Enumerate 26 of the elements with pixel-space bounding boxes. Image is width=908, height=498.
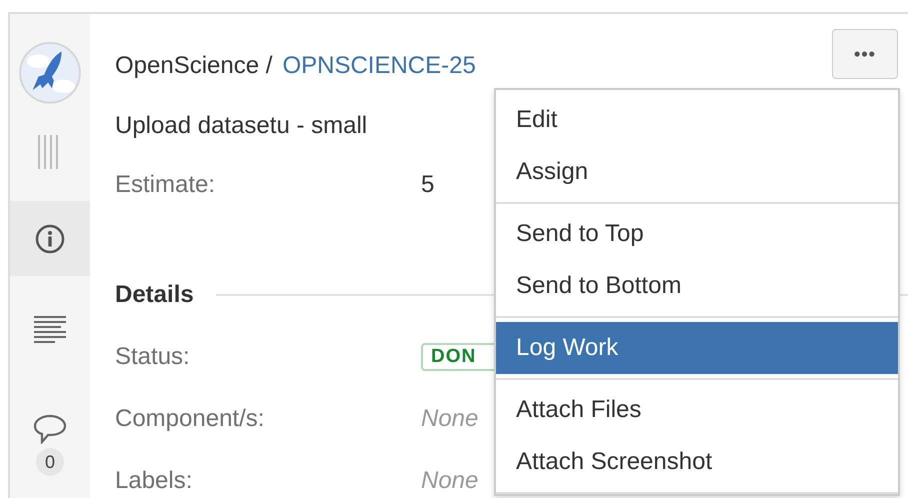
issue-summary: Upload datasetu - small (115, 111, 368, 141)
menu-item[interactable]: Send to Bottom (496, 260, 898, 312)
menu-item[interactable]: Attach Screenshot (496, 436, 898, 488)
field-value: 5 (421, 171, 434, 199)
field-value: None (421, 405, 478, 433)
more-button[interactable]: ••• (832, 29, 898, 79)
field-label: Labels: (115, 467, 194, 495)
speech-bubble-icon (33, 414, 67, 444)
drag-handle-icon (37, 135, 59, 170)
project-name: OpenScience / (115, 52, 272, 80)
field-label: Component/s: (115, 405, 266, 433)
sidebar-tab[interactable] (10, 200, 90, 276)
rocket-avatar (18, 42, 82, 104)
menu-item[interactable]: Attach Files (496, 384, 898, 436)
field-label: Status: (115, 343, 191, 371)
count-badge: 0 (36, 448, 64, 476)
menu-item[interactable]: Edit (496, 94, 898, 146)
issue-key-link[interactable]: OPNSCIENCE-25 (282, 52, 476, 80)
field-label: Estimate: (115, 171, 216, 199)
field-value: None (421, 467, 478, 495)
menu-item[interactable]: Assign (496, 146, 898, 198)
info-icon (35, 224, 65, 254)
menu-item[interactable]: Log Work (496, 322, 898, 374)
section-heading: Details (115, 281, 194, 309)
menu-item[interactable]: Send to Top (496, 208, 898, 260)
text-lines-icon (33, 315, 67, 344)
